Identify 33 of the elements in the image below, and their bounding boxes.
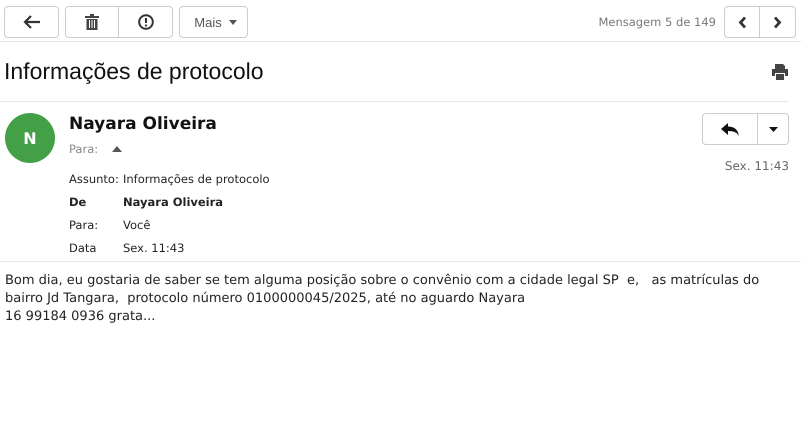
header-value: Nayara Oliveira <box>123 195 224 209</box>
reply-options-button[interactable] <box>758 113 789 145</box>
reply-button[interactable] <box>702 113 758 145</box>
header-value: Informações de protocolo <box>123 172 270 186</box>
sender-name: Nayara Oliveira <box>69 114 218 134</box>
message-body: Bom dia, eu gostaria de saber se tem alguma posição sobre o convênio com a cidade legal SP e, as matrículas do bairro Jd Tangara, protocolo número 0100000045/2025, até no aguardo Nayara 16 99184 0936 grata... <box>4 272 760 326</box>
header-value: Você <box>123 218 152 232</box>
header-label: Data <box>69 241 98 255</box>
email-subject: Informações de protocolo <box>4 58 264 85</box>
caret-icon <box>228 20 237 24</box>
back-button[interactable] <box>4 6 59 38</box>
header-value: Sex. 11:43 <box>123 241 186 255</box>
caret-up-icon[interactable] <box>112 146 122 152</box>
chevron-left-icon <box>738 16 746 28</box>
exclamation-circle-icon <box>138 14 154 30</box>
message-counter: Mensagem 5 de 149 <box>598 15 716 29</box>
trash-icon <box>85 14 99 30</box>
message-time: Sex. 11:43 <box>724 159 789 173</box>
recipient-label: Para: <box>69 142 98 156</box>
more-button[interactable]: Mais <box>179 6 248 38</box>
print-icon[interactable] <box>771 64 789 80</box>
next-button[interactable] <box>760 6 796 38</box>
previous-button[interactable] <box>724 6 760 38</box>
caret-icon <box>768 126 778 132</box>
arrow-left-icon <box>22 15 40 29</box>
reply-arrow-icon <box>721 122 739 136</box>
avatar: N <box>5 113 55 163</box>
chevron-right-icon <box>773 16 782 28</box>
header-label: Para: <box>69 218 100 232</box>
header-label: Assunto: <box>69 172 120 186</box>
spam-button[interactable] <box>119 6 173 38</box>
delete-button[interactable] <box>65 6 119 38</box>
header-label: De <box>69 195 88 209</box>
